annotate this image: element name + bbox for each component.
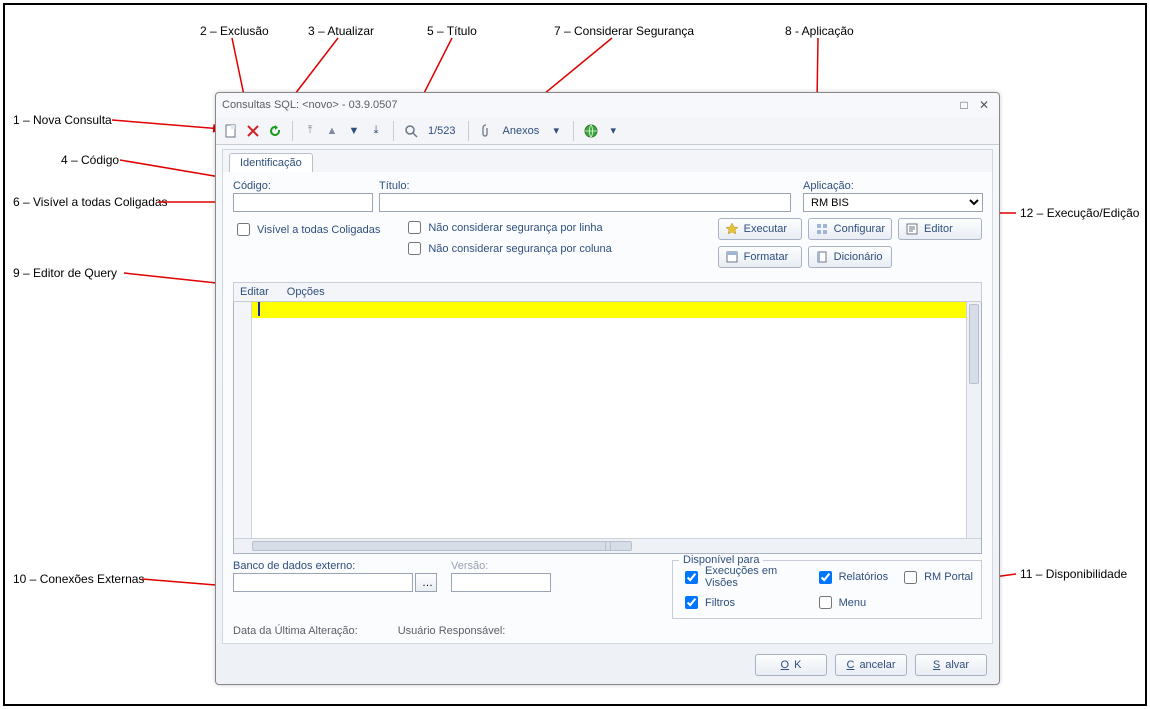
disponivel-fieldset: Disponível para Execuções em Visões Rela… xyxy=(672,560,982,619)
annot-7: 7 – Considerar Segurança xyxy=(554,24,694,38)
external-db-field: Banco de dados externo: … xyxy=(233,560,437,592)
titulo-label: Título: xyxy=(379,180,791,192)
banco-input[interactable] xyxy=(233,573,413,592)
annot-4: 4 – Código xyxy=(61,153,119,167)
exec-visoes-checkbox[interactable] xyxy=(685,571,698,584)
find-icon[interactable] xyxy=(402,122,420,140)
usuario-responsavel-label: Usuário Responsável: xyxy=(398,625,506,637)
formatar-button[interactable]: Formatar xyxy=(718,246,802,268)
editor-button[interactable]: Editor xyxy=(898,218,982,240)
formatar-label: Formatar xyxy=(744,251,789,263)
annot-11: 11 – Disponibilidade xyxy=(1020,567,1127,581)
annot-8: 8 - Aplicação xyxy=(785,24,854,38)
executar-button[interactable]: Executar xyxy=(718,218,802,240)
seg-coluna-label: Não considerar segurança por coluna xyxy=(428,243,611,255)
tab-identificacao[interactable]: Identificação xyxy=(229,153,313,172)
annot-6: 6 – Visível a todas Coligadas xyxy=(13,195,168,209)
disponivel-legend: Disponível para xyxy=(679,554,763,566)
window-titlebar: Consultas SQL: <novo> - 03.9.0507 □ ✕ xyxy=(216,93,999,117)
seg-coluna-checkbox[interactable] xyxy=(408,242,421,255)
rm-portal-checkbox[interactable] xyxy=(904,571,917,584)
seg-linha-label: Não considerar segurança por linha xyxy=(428,222,602,234)
menu-checkbox[interactable] xyxy=(819,596,832,609)
versao-label: Versão: xyxy=(451,560,551,572)
query-editor-block: EEditarditar OOpçõespções xyxy=(233,282,982,554)
exec-buttons-group: Executar Configurar Editor Formatar xyxy=(718,218,982,268)
refresh-icon[interactable] xyxy=(266,122,284,140)
dicionario-button[interactable]: Dicionário xyxy=(808,246,892,268)
window-title: Consultas SQL: <novo> - 03.9.0507 xyxy=(222,99,398,111)
annot-1: 1 – Nova Consulta xyxy=(13,113,112,127)
delete-icon[interactable] xyxy=(244,122,262,140)
filtros-label: Filtros xyxy=(705,597,735,609)
nav-prev-icon[interactable]: ▲ xyxy=(323,122,341,140)
editor-vscrollbar[interactable] xyxy=(966,302,981,538)
versao-field: Versão: xyxy=(451,560,551,592)
visivel-coligadas-label: Visível a todas Coligadas xyxy=(257,224,380,236)
executar-label: Executar xyxy=(744,223,787,235)
record-counter: 1/523 xyxy=(424,125,460,137)
configurar-button[interactable]: Configurar xyxy=(808,218,892,240)
annot-9: 9 – Editor de Query xyxy=(13,266,117,280)
attachment-icon[interactable] xyxy=(477,122,495,140)
ok-button[interactable]: OKOK xyxy=(755,654,827,676)
titulo-input[interactable] xyxy=(379,193,791,212)
editor-label: Editor xyxy=(924,223,953,235)
seg-linha-checkbox[interactable] xyxy=(408,221,421,234)
visivel-coligadas-checkbox[interactable] xyxy=(237,223,250,236)
menu-label: Menu xyxy=(839,597,867,609)
dicionario-label: Dicionário xyxy=(834,251,883,263)
relatorios-label: Relatórios xyxy=(839,571,889,583)
editor-hscrollbar[interactable] xyxy=(234,538,981,553)
codigo-label: Código: xyxy=(233,180,373,192)
salvar-button[interactable]: SalvarSalvar xyxy=(915,654,987,676)
body-area: Identificação Código: Título: Aplicação:… xyxy=(222,149,993,644)
aplicacao-label: Aplicação: xyxy=(803,180,983,192)
tabstrip: Identificação xyxy=(223,150,992,172)
lower-area: Banco de dados externo: … Versão: Dispon… xyxy=(223,554,992,621)
window-maximize-icon[interactable]: □ xyxy=(955,98,973,112)
relatorios-checkbox[interactable] xyxy=(819,571,832,584)
toolbar: ⤒ ▲ ▼ ⤓ 1/523 Anexos ▾ ▾ xyxy=(216,117,999,145)
nav-next-icon[interactable]: ▼ xyxy=(345,122,363,140)
anexos-dropdown-icon[interactable]: ▾ xyxy=(547,122,565,140)
aplicacao-select[interactable]: RM BIS xyxy=(803,193,983,212)
editor-gutter xyxy=(234,302,252,538)
codigo-input[interactable] xyxy=(233,193,373,212)
form-area: Código: Título: Aplicação: RM BIS xyxy=(223,172,992,276)
field-titulo: Título: xyxy=(379,180,791,212)
nav-first-icon[interactable]: ⤒ xyxy=(301,122,319,140)
field-codigo: Código: xyxy=(233,180,373,212)
nav-last-icon[interactable]: ⤓ xyxy=(367,122,385,140)
annot-3: 3 – Atualizar xyxy=(308,24,374,38)
field-aplicacao: Aplicação: RM BIS xyxy=(803,180,983,212)
annot-12: 12 – Execução/Edição xyxy=(1020,206,1139,220)
versao-input xyxy=(451,573,551,592)
configurar-label: Configurar xyxy=(834,223,885,235)
window-close-icon[interactable]: ✕ xyxy=(975,98,993,112)
dialog-buttons: OKOK CancelarCancelar SalvarSalvar xyxy=(755,654,987,676)
editor-menu: EEditarditar OOpçõespções xyxy=(233,282,982,302)
footer-info: Data da Última Alteração: Usuário Respon… xyxy=(223,621,992,641)
filtros-checkbox[interactable] xyxy=(685,596,698,609)
rm-portal-label: RM Portal xyxy=(924,571,973,583)
annot-5: 5 – Título xyxy=(427,24,477,38)
editor-line-highlight xyxy=(252,302,966,318)
annot-10: 10 – Conexões Externas xyxy=(13,572,144,586)
annot-2: 2 – Exclusão xyxy=(200,24,269,38)
banco-label: Banco de dados externo: xyxy=(233,560,437,572)
exec-visoes-label: Execuções em Visões xyxy=(705,565,803,589)
data-alteracao-label: Data da Última Alteração: xyxy=(233,625,358,637)
globe-dropdown-icon[interactable]: ▾ xyxy=(604,122,622,140)
query-editor[interactable] xyxy=(233,302,982,554)
menu-opcoes[interactable]: OOpçõespções xyxy=(287,286,325,298)
cancelar-button[interactable]: CancelarCancelar xyxy=(835,654,907,676)
menu-editar[interactable]: EEditarditar xyxy=(240,286,269,298)
editor-caret xyxy=(258,302,260,316)
sql-query-window: Consultas SQL: <novo> - 03.9.0507 □ ✕ ⤒ … xyxy=(215,92,1000,685)
new-query-icon[interactable] xyxy=(222,122,240,140)
globe-icon[interactable] xyxy=(582,122,600,140)
banco-browse-button[interactable]: … xyxy=(415,573,437,592)
anexos-label[interactable]: Anexos xyxy=(499,125,544,137)
